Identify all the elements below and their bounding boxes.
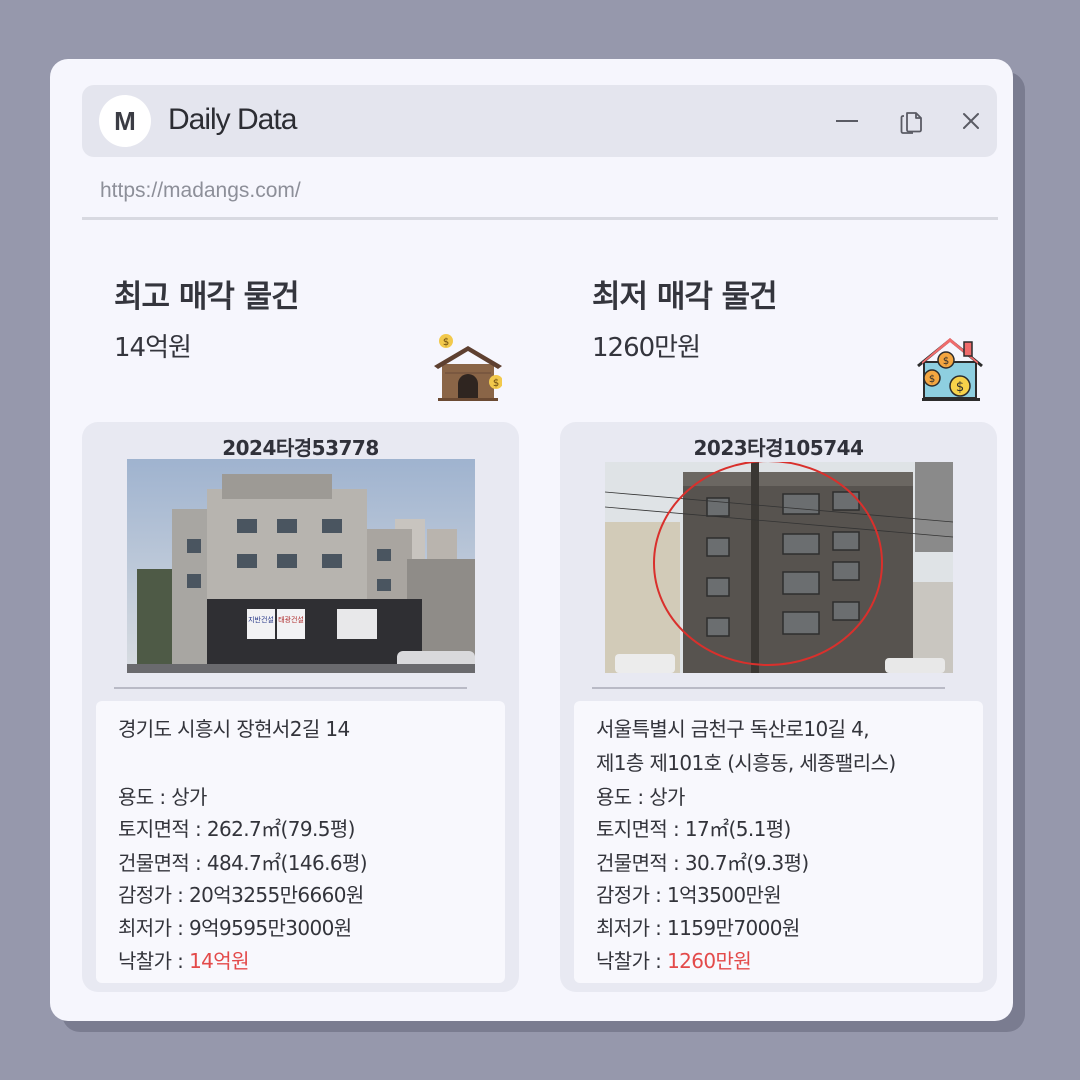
lowest-card: 2023타경105744 서울특별시 금천구 독산로10길 4, 제1층 제10… (560, 422, 997, 992)
url-text[interactable]: https://madangs.com/ (100, 179, 301, 203)
svg-text:$: $ (929, 374, 935, 385)
svg-text:$: $ (956, 380, 964, 395)
winning-bid-value: 1260만원 (667, 949, 752, 973)
svg-text:$: $ (443, 337, 449, 348)
winning-bid-label: 낙찰가 : (596, 949, 668, 973)
property-info: 경기도 시흥시 장현서2길 14 용도 : 상가 토지면적 : 262.7㎡(7… (96, 701, 505, 983)
copy-icon[interactable] (895, 105, 927, 137)
address-line-2: 제1층 제101호 (시흥동, 세종팰리스) (596, 751, 896, 775)
land-area: 토지면적 : 17㎡(5.1평) (596, 817, 791, 841)
signage-2: 태광건설 (278, 615, 304, 624)
building-photo (605, 462, 953, 673)
building-photo: 지반건설 태광건설 (127, 459, 475, 673)
house-money-icon: $ $ (432, 332, 503, 402)
case-number: 2023타경105744 (693, 436, 864, 460)
title-bar: M Daily Data (82, 85, 997, 157)
close-icon[interactable] (955, 105, 987, 137)
usage: 용도 : 상가 (596, 785, 685, 809)
building-area: 건물면적 : 30.7㎡(9.3평) (596, 851, 809, 875)
lowest-price: 1260만원 (592, 333, 701, 363)
winning-bid: 낙찰가 : 1260만원 (596, 945, 752, 974)
card-divider (114, 687, 467, 689)
svg-text:$: $ (493, 378, 499, 389)
signage-1: 지반건설 (248, 615, 274, 624)
winning-bid: 낙찰가 : 14억원 (118, 945, 250, 974)
svg-text:$: $ (943, 356, 949, 367)
minimum-price: 최저가 : 9억9595만3000원 (118, 916, 352, 940)
app-avatar: M (99, 95, 151, 147)
winning-bid-value: 14억원 (189, 949, 249, 973)
minimum-price: 최저가 : 1159만7000원 (596, 916, 800, 940)
lowest-heading: 최저 매각 물건 (592, 279, 778, 315)
land-area: 토지면적 : 262.7㎡(79.5평) (118, 817, 355, 841)
highest-price: 14억원 (114, 333, 192, 363)
highest-heading: 최고 매각 물건 (114, 279, 300, 315)
minimize-icon[interactable] (831, 105, 863, 137)
winning-bid-label: 낙찰가 : (118, 949, 190, 973)
header-divider (82, 217, 998, 220)
address-line-1: 경기도 시흥시 장현서2길 14 (118, 717, 350, 741)
address-line-1: 서울특별시 금천구 독산로10길 4, (596, 717, 870, 741)
usage: 용도 : 상가 (118, 785, 207, 809)
appraisal-price: 감정가 : 1억3500만원 (596, 883, 782, 907)
app-title: Daily Data (168, 103, 297, 136)
app-window: M Daily Data https://madangs.com/ 최고 매각 … (50, 59, 1013, 1021)
card-divider (592, 687, 945, 689)
appraisal-price: 감정가 : 20억3255만6660원 (118, 883, 364, 907)
building-area: 건물면적 : 484.7㎡(146.6평) (118, 851, 368, 875)
house-coins-icon: $ $ $ (916, 332, 986, 402)
property-info: 서울특별시 금천구 독산로10길 4, 제1층 제101호 (시흥동, 세종팰리… (574, 701, 983, 983)
highest-card: 2024타경53778 지반건설 태광건설 경기도 시흥시 장현서2길 14 용… (82, 422, 519, 992)
case-number: 2024타경53778 (222, 436, 379, 460)
